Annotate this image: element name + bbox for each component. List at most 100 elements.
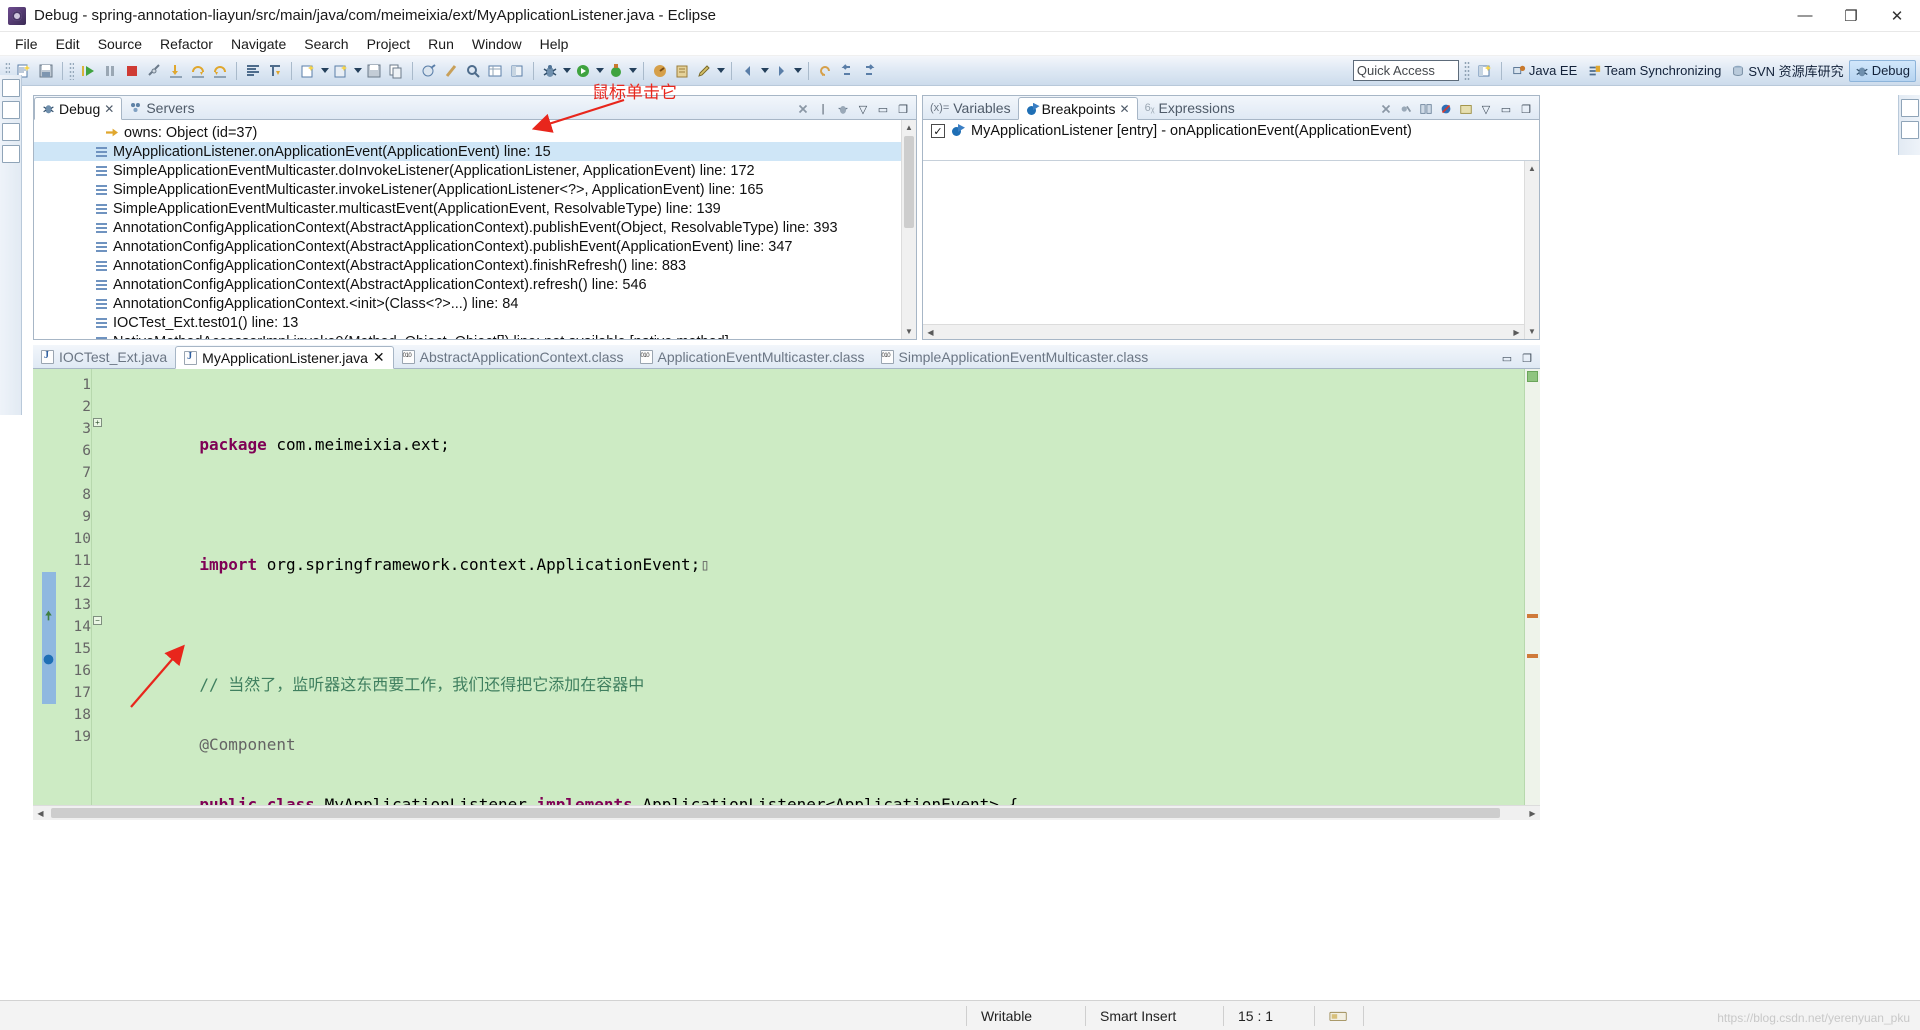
search-icon[interactable] [462,60,484,82]
tab-debug-close-icon[interactable]: ✕ [104,102,114,116]
stack-frame-row[interactable]: SimpleApplicationEventMulticaster.doInvo… [34,161,916,180]
edit-pencil-icon[interactable] [693,60,715,82]
open-type-icon[interactable] [242,60,264,82]
close-button[interactable]: ✕ [1874,0,1920,32]
tab-servers[interactable]: Servers [122,96,201,119]
table-icon[interactable] [484,60,506,82]
edit-dropdown-icon[interactable] [715,60,726,82]
editor-scroll-right-icon[interactable]: ▶ [1525,806,1540,820]
toolbar-grip-debug[interactable] [69,61,74,80]
copy-icon[interactable] [385,60,407,82]
skip-all-breakpoints-icon[interactable] [1438,101,1454,117]
code-editor[interactable]: 1 2 3 6 7 8 9 10 11 12 13 14 15 16 17 18… [33,369,1540,820]
menu-project[interactable]: Project [358,34,420,54]
stack-frame-row[interactable]: AnnotationConfigApplicationContext(Abstr… [34,237,916,256]
editor-marker-ruler[interactable] [41,369,57,805]
stack-frame-row[interactable]: AnnotationConfigApplicationContext(Abstr… [34,275,916,294]
resume-icon[interactable] [77,60,99,82]
minimized-view-icon-3[interactable] [1,145,20,163]
stack-frame-row[interactable]: AnnotationConfigApplicationContext(Abstr… [34,256,916,275]
tab-expressions[interactable]: 6ᵪ Expressions [1138,96,1242,119]
disconnect-icon[interactable] [143,60,165,82]
remove-breakpoint-icon[interactable] [1378,101,1394,117]
quick-access-input[interactable]: Quick Access [1352,60,1459,81]
open-task-icon[interactable] [418,60,440,82]
menu-search[interactable]: Search [295,34,357,54]
perspective-java-ee[interactable]: Java EE [1507,60,1582,82]
overview-marker[interactable] [1527,654,1538,658]
overview-marker[interactable] [1527,614,1538,618]
maximize-view-icon[interactable]: ❐ [895,101,911,117]
editor-tab-simpleapplicationeventmulticaster[interactable]: SimpleApplicationEventMulticaster.class [873,345,1157,368]
fold-expand-icon[interactable]: + [93,418,102,427]
step-over-icon[interactable] [187,60,209,82]
menu-run[interactable]: Run [419,34,463,54]
stack-frame-row[interactable]: AnnotationConfigApplicationContext(Abstr… [34,218,916,237]
perspective-svn-repository[interactable]: SVN 资源库研究 [1726,60,1848,82]
view-menu-icon[interactable]: ▽ [855,101,871,117]
save-icon[interactable] [35,60,57,82]
detail-scroll-up-icon[interactable]: ▲ [1525,161,1539,176]
menu-file[interactable]: File [6,34,47,54]
scroll-up-icon[interactable]: ▲ [902,120,916,135]
editor-overview-ruler[interactable] [1524,369,1540,805]
perspective-bar-grip[interactable] [1463,60,1470,81]
new-class-icon[interactable] [330,60,352,82]
editor-tab-myapplicationlistener[interactable]: MyApplicationListener.java ✕ [175,346,394,369]
back-history-icon[interactable] [836,60,858,82]
debug-bug-icon[interactable] [539,60,561,82]
save-all-icon[interactable] [363,60,385,82]
perspective-debug[interactable]: Debug [1848,59,1916,82]
scroll-down-icon[interactable]: ▼ [902,324,916,339]
restore-view-icon[interactable] [1,79,20,97]
maximize-button[interactable]: ❐ [1828,0,1874,32]
breakpoint-checkbox[interactable]: ✓ [931,124,945,138]
minimized-view-icon-1[interactable] [1,101,20,119]
status-memory-indicator[interactable] [1315,1005,1363,1027]
debug-view-options-icon[interactable] [835,101,851,117]
menu-refactor[interactable]: Refactor [151,34,222,54]
minimize-breakpoints-icon[interactable]: ▭ [1498,101,1514,117]
debug-view-vertical-scrollbar[interactable]: ▲ ▼ [901,120,916,339]
editor-tab-abstractapplicationcontext[interactable]: AbstractApplicationContext.class [394,345,632,368]
run-icon[interactable] [572,60,594,82]
maximize-breakpoints-icon[interactable]: ❐ [1518,101,1534,117]
editor-tab-applicationeventmulticaster[interactable]: ApplicationEventMulticaster.class [632,345,873,368]
new-java-project-icon[interactable] [297,60,319,82]
outline-view-icon[interactable] [1900,121,1919,139]
editor-tab-close-icon[interactable]: ✕ [373,349,385,366]
ruler-icon[interactable] [440,60,462,82]
suspend-icon[interactable] [99,60,121,82]
minimize-button[interactable]: — [1782,0,1828,32]
forward-dropdown-icon[interactable] [792,60,803,82]
breakpoints-view-menu-icon[interactable]: ▽ [1478,101,1494,117]
stack-frame-row[interactable]: AnnotationConfigApplicationContext.<init… [34,294,916,313]
tab-breakpoints-close-icon[interactable]: ✕ [1120,102,1130,116]
minimized-view-icon-2[interactable] [1,123,20,141]
back-nav-icon[interactable] [737,60,759,82]
debug-dropdown-icon[interactable] [561,60,572,82]
stack-frame-row[interactable]: NativeMethodAccessorImpl.invoke0(Method,… [34,332,916,339]
forward-history-icon[interactable] [858,60,880,82]
minimize-editor-icon[interactable]: ▭ [1499,350,1515,366]
prev-edit-icon[interactable] [814,60,836,82]
menu-source[interactable]: Source [89,34,151,54]
forward-nav-icon[interactable] [770,60,792,82]
link-to-debug-view-icon[interactable] [1418,101,1434,117]
menu-navigate[interactable]: Navigate [222,34,295,54]
tab-variables[interactable]: (x)= Variables [923,96,1018,119]
minimize-view-icon[interactable]: ▭ [875,101,891,117]
remove-all-terminated-icon[interactable] [795,101,811,117]
scroll-thumb[interactable] [904,136,914,228]
breakpoint-row[interactable]: ✓ MyApplicationListener [entry] - onAppl… [923,120,1539,142]
tab-debug[interactable]: Debug ✕ [34,97,123,120]
open-perspective-icon[interactable] [1474,60,1496,82]
editor-code-content[interactable]: package com.meimeixia.ext; import org.sp… [103,369,1524,814]
maximize-editor-icon[interactable]: ❐ [1519,350,1535,366]
outline-restore-icon[interactable] [1900,99,1919,117]
breakpoint-marker-icon[interactable] [42,653,55,666]
detail-scroll-right-icon[interactable]: ▶ [1509,325,1524,339]
menu-edit[interactable]: Edit [47,34,89,54]
next-annotation-icon[interactable] [264,60,286,82]
debug-stack-frames[interactable]: owns: Object (id=37) MyApplicationListen… [34,120,916,339]
